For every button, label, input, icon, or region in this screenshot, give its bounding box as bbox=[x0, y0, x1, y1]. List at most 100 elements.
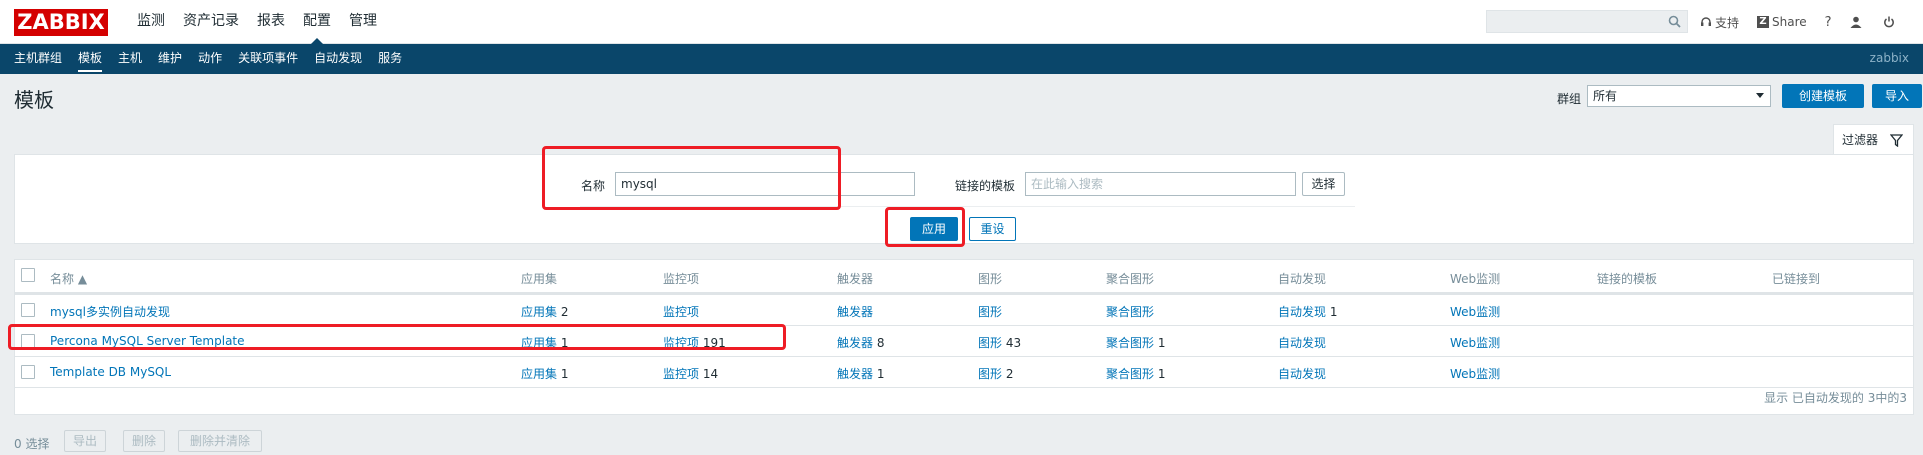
graphs-link[interactable]: 图形 bbox=[978, 336, 1002, 350]
applications-link[interactable]: 应用集 bbox=[521, 305, 557, 319]
select-all-checkbox[interactable] bbox=[21, 268, 35, 282]
support-link[interactable]: 支持 bbox=[1700, 14, 1739, 31]
row-checkbox[interactable] bbox=[21, 365, 35, 379]
highlight-percona-row bbox=[8, 324, 786, 350]
subnav-maintenance[interactable]: 维护 bbox=[150, 44, 190, 74]
triggers-link[interactable]: 触发器 bbox=[837, 305, 873, 319]
reset-filter-button[interactable]: 重设 bbox=[969, 217, 1016, 241]
top-header: ZABBIX 监测 资产记录 报表 配置 管理 支持 Z Share ? bbox=[0, 0, 1923, 45]
delete-and-clear-button[interactable]: 删除并清除 bbox=[178, 430, 262, 452]
page-title: 模板 bbox=[14, 88, 54, 112]
group-label: 群组 bbox=[1557, 92, 1582, 106]
discovery-link[interactable]: 自动发现 bbox=[1278, 367, 1326, 381]
col-applications-header: 应用集 bbox=[521, 272, 558, 286]
delete-button[interactable]: 删除 bbox=[123, 430, 165, 452]
screens-count: 1 bbox=[1157, 367, 1166, 381]
filter-tab-label: 过滤器 bbox=[1842, 133, 1879, 147]
import-button[interactable]: 导入 bbox=[1872, 84, 1922, 108]
triggers-link[interactable]: 触发器 bbox=[837, 336, 873, 350]
linked-templates-input[interactable]: 在此输入搜索 bbox=[1025, 172, 1296, 196]
filter-linked-templates-label: 链接的模板 bbox=[955, 179, 1016, 193]
web-link[interactable]: Web监测 bbox=[1450, 305, 1500, 319]
sign-out-link[interactable] bbox=[1883, 16, 1898, 28]
subnav-discovery[interactable]: 自动发现 bbox=[306, 44, 370, 74]
graphs-link[interactable]: 图形 bbox=[978, 305, 1002, 319]
table-footer-count: 显示 已自动发现的 3中的3 bbox=[1764, 391, 1907, 405]
zabbix-share-icon: Z bbox=[1757, 16, 1770, 28]
user-profile-link[interactable] bbox=[1850, 16, 1865, 28]
triggers-link[interactable]: 触发器 bbox=[837, 367, 873, 381]
col-linked-templates-header: 链接的模板 bbox=[1597, 272, 1658, 286]
user-icon bbox=[1850, 16, 1862, 28]
items-link[interactable]: 监控项 bbox=[663, 367, 699, 381]
items-link[interactable]: 监控项 bbox=[663, 305, 699, 319]
main-nav: 监测 资产记录 报表 配置 管理 bbox=[128, 0, 386, 45]
share-link[interactable]: Z Share bbox=[1757, 15, 1807, 29]
subnav-host-groups[interactable]: 主机群组 bbox=[6, 44, 70, 74]
subnav-hosts[interactable]: 主机 bbox=[110, 44, 150, 74]
table-row: mysql多实例自动发现 应用集 2 监控项 触发器 图形 聚合图形 自动发现 … bbox=[15, 294, 1913, 325]
web-link[interactable]: Web监测 bbox=[1450, 367, 1500, 381]
col-items-header: 监控项 bbox=[663, 272, 700, 286]
filter-tab[interactable]: 过滤器 bbox=[1833, 124, 1914, 155]
help-icon: ? bbox=[1824, 14, 1832, 30]
highlight-apply-button bbox=[885, 207, 965, 247]
support-label: 支持 bbox=[1715, 15, 1740, 30]
applications-link[interactable]: 应用集 bbox=[521, 367, 557, 381]
power-icon bbox=[1883, 16, 1894, 28]
screens-count: 1 bbox=[1157, 336, 1166, 350]
discovery-link[interactable]: 自动发现 bbox=[1278, 305, 1326, 319]
graphs-link[interactable]: 图形 bbox=[978, 367, 1002, 381]
subnav-templates[interactable]: 模板 bbox=[70, 44, 110, 74]
row-checkbox[interactable] bbox=[21, 303, 35, 317]
col-discovery-header: 自动发现 bbox=[1278, 272, 1327, 286]
col-web-header: Web监测 bbox=[1450, 272, 1501, 286]
zabbix-logo[interactable]: ZABBIX bbox=[14, 9, 108, 36]
nav-monitoring[interactable]: 监测 bbox=[128, 0, 174, 44]
triggers-count: 1 bbox=[876, 367, 885, 381]
group-select[interactable]: 所有 bbox=[1587, 85, 1771, 107]
selected-count: 0 选择 bbox=[14, 437, 50, 451]
subnav-correlation[interactable]: 关联项事件 bbox=[230, 44, 306, 74]
col-triggers-header: 触发器 bbox=[837, 272, 874, 286]
triggers-count: 8 bbox=[876, 336, 885, 350]
nav-inventory[interactable]: 资产记录 bbox=[174, 0, 248, 44]
search-icon[interactable] bbox=[1668, 15, 1681, 31]
col-name-header[interactable]: 名称 ▲ bbox=[50, 270, 87, 287]
group-select-value: 所有 bbox=[1593, 89, 1618, 103]
highlight-name-filter bbox=[542, 146, 841, 210]
graphs-count: 43 bbox=[1005, 336, 1022, 350]
nav-reports[interactable]: 报表 bbox=[248, 0, 294, 44]
discovery-link[interactable]: 自动发现 bbox=[1278, 336, 1326, 350]
screens-link[interactable]: 聚合图形 bbox=[1106, 336, 1154, 350]
global-search-input[interactable] bbox=[1486, 10, 1688, 33]
sub-nav: 主机群组 模板 主机 维护 动作 关联项事件 自动发现 服务 zabbix bbox=[0, 44, 1923, 74]
select-templates-button[interactable]: 选择 bbox=[1302, 172, 1345, 196]
help-link[interactable]: ? bbox=[1825, 15, 1832, 30]
chevron-down-icon bbox=[1756, 93, 1764, 98]
screens-link[interactable]: 聚合图形 bbox=[1106, 305, 1154, 319]
graphs-count: 2 bbox=[1005, 367, 1014, 381]
funnel-icon bbox=[1890, 134, 1903, 147]
applications-count: 1 bbox=[560, 367, 569, 381]
nav-configuration[interactable]: 配置 bbox=[294, 0, 340, 45]
header-actions: 支持 Z Share ? bbox=[1700, 0, 1916, 44]
table-bottom-divider bbox=[15, 387, 1913, 388]
template-name-link[interactable]: Template DB MySQL bbox=[50, 365, 171, 379]
current-username: zabbix bbox=[1869, 51, 1909, 65]
create-template-button[interactable]: 创建模板 bbox=[1782, 84, 1864, 108]
export-button[interactable]: 导出 bbox=[64, 430, 106, 452]
headset-icon bbox=[1701, 17, 1711, 26]
subnav-actions[interactable]: 动作 bbox=[190, 44, 230, 74]
subnav-services[interactable]: 服务 bbox=[370, 44, 410, 74]
applications-count: 2 bbox=[560, 305, 569, 319]
table-row: Template DB MySQL 应用集 1 监控项 14 触发器 1 图形 … bbox=[15, 356, 1913, 387]
share-label: Share bbox=[1772, 15, 1807, 29]
nav-administration[interactable]: 管理 bbox=[340, 0, 386, 44]
col-linked-to-header: 已链接到 bbox=[1772, 272, 1821, 286]
template-name-link[interactable]: mysql多实例自动发现 bbox=[50, 305, 170, 319]
col-screens-header: 聚合图形 bbox=[1106, 272, 1155, 286]
discovery-count: 1 bbox=[1329, 305, 1338, 319]
screens-link[interactable]: 聚合图形 bbox=[1106, 367, 1154, 381]
web-link[interactable]: Web监测 bbox=[1450, 336, 1500, 350]
